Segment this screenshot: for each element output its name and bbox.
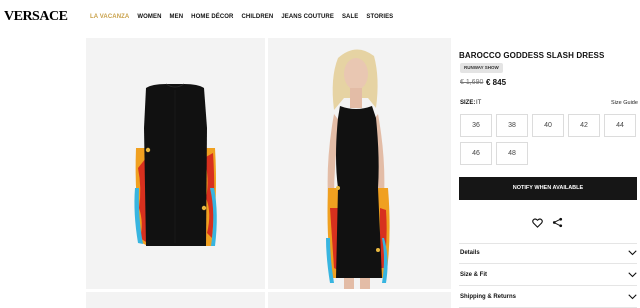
size-option-44[interactable]: 44 (604, 114, 636, 137)
accordion-size-fit-label: Size & Fit (460, 272, 488, 278)
main-nav: LA VACANZA WOMEN MEN HOME DÉCOR CHILDREN… (90, 14, 393, 20)
site-header: VERSACE LA VACANZA WOMEN MEN HOME DÉCOR … (0, 0, 640, 34)
runway-badge: RUNWAY SHOW (460, 63, 503, 73)
product-image-flat[interactable] (86, 38, 265, 289)
product-image-4[interactable] (268, 292, 451, 308)
notify-button[interactable]: NOTIFY WHEN AVAILABLE (459, 177, 637, 200)
size-option-42[interactable]: 42 (568, 114, 600, 137)
size-option-40[interactable]: 40 (532, 114, 564, 137)
nav-item-la-vacanza[interactable]: LA VACANZA (90, 14, 129, 20)
product-image-3[interactable] (86, 292, 265, 308)
size-option-46[interactable]: 46 (460, 142, 492, 165)
nav-item-sale[interactable]: SALE (342, 14, 358, 20)
chevron-down-icon (628, 294, 637, 300)
share-icon[interactable] (552, 215, 563, 233)
size-guide-link[interactable]: Size Guide (611, 100, 638, 106)
accordion-size-fit[interactable]: Size & Fit (459, 266, 637, 286)
size-label: SIZE: (460, 100, 476, 106)
nav-item-men[interactable]: MEN (170, 14, 184, 20)
size-option-36[interactable]: 36 (460, 114, 492, 137)
nav-item-children[interactable]: CHILDREN (242, 14, 274, 20)
dress-flat-illustration (134, 83, 217, 246)
model-illustration (326, 49, 390, 289)
accordion-details-label: Details (460, 250, 480, 256)
accordion-shipping-returns-label: Shipping & Returns (460, 294, 516, 300)
size-option-48[interactable]: 48 (496, 142, 528, 165)
nav-item-stories[interactable]: STORIES (366, 14, 393, 20)
product-image-model[interactable] (268, 38, 451, 289)
nav-item-home-decor[interactable]: HOME DÉCOR (191, 14, 233, 20)
original-price: € 1,690 (460, 79, 484, 86)
heart-icon[interactable] (532, 215, 543, 233)
nav-item-jeans-couture[interactable]: JEANS COUTURE (281, 14, 334, 20)
nav-item-women[interactable]: WOMEN (137, 14, 161, 20)
chevron-down-icon (628, 272, 637, 278)
brand-logo[interactable]: VERSACE (4, 9, 68, 25)
accordion-details[interactable]: Details (459, 244, 637, 264)
accordion-shipping-returns[interactable]: Shipping & Returns (459, 288, 637, 308)
product-title: BAROCCO GODDESS SLASH DRESS (459, 51, 605, 60)
chevron-down-icon (628, 250, 637, 256)
size-option-38[interactable]: 38 (496, 114, 528, 137)
sale-price: € 845 (486, 78, 507, 87)
size-unit: IT (476, 100, 482, 106)
